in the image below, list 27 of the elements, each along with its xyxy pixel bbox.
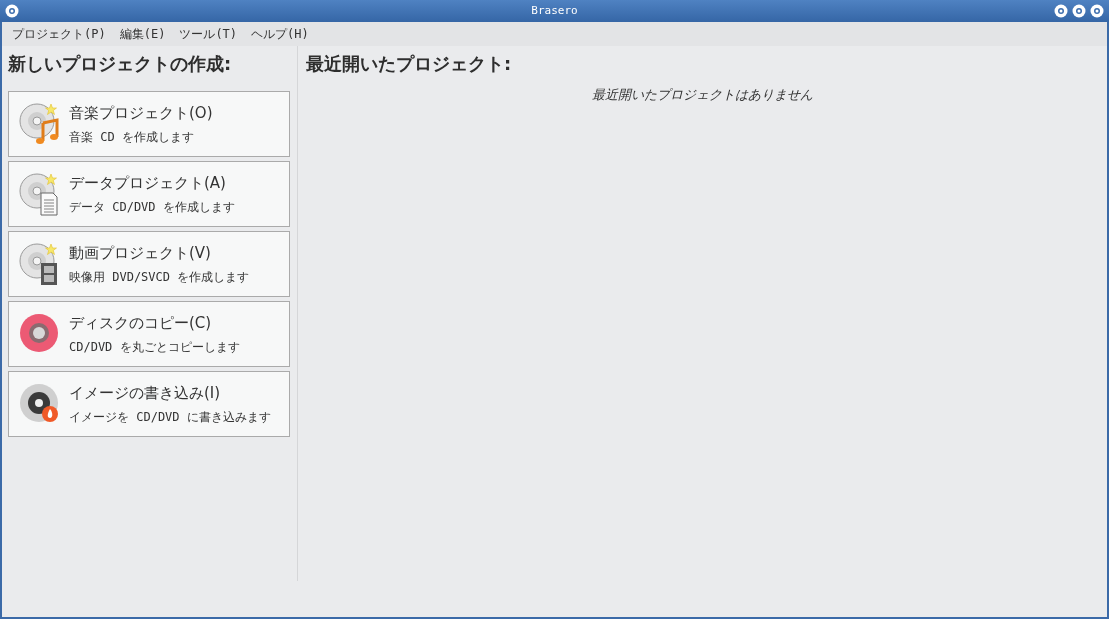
section-heading: 新しいプロジェクトの作成: [8,52,233,76]
project-title: イメージの書き込み(I) [69,382,222,404]
empty-message: 最近開いたプロジェクトはありません [592,86,813,104]
project-button[interactable]: データプロジェクト(A) データ CD/DVD を作成します [8,161,290,227]
window-button-icon[interactable] [1054,4,1068,18]
project-button[interactable]: 音楽プロジェクト(O) 音楽 CD を作成します [8,91,290,157]
menu-item[interactable]: プロジェクト(P) [6,25,112,43]
project-description: 音楽 CD を作成します [69,129,195,147]
project-title: 動画プロジェクト(V) [69,242,212,264]
project-button[interactable]: イメージの書き込み(I) イメージを CD/DVD に書き込みます [8,371,290,437]
project-button[interactable]: 動画プロジェクト(V) 映像用 DVD/SVCD を作成します [8,231,290,297]
project-description: イメージを CD/DVD に書き込みます [69,409,271,427]
project-description: CD/DVD を丸ごとコピーします [69,339,240,357]
menu-item[interactable]: ツール(T) [173,25,244,43]
window-title: Brasero [531,2,578,19]
project-title: 音楽プロジェクト(O) [69,102,213,124]
menu-item[interactable]: 編集(E) [113,25,172,43]
project-description: 映像用 DVD/SVCD を作成します [69,269,250,287]
menu-item[interactable]: ヘルプ(H) [245,25,315,43]
window-button-icon[interactable] [1072,4,1086,18]
window-button-icon[interactable] [1090,4,1104,18]
project-button[interactable]: ディスクのコピー(C) CD/DVD を丸ごとコピーします [8,301,290,367]
project-title: データプロジェクト(A) [69,172,227,194]
project-title: ディスクのコピー(C) [69,312,213,334]
project-description: データ CD/DVD を作成します [69,199,235,217]
section-heading: 最近開いたプロジェクト: [306,52,513,76]
app-disc-icon[interactable] [5,4,19,18]
